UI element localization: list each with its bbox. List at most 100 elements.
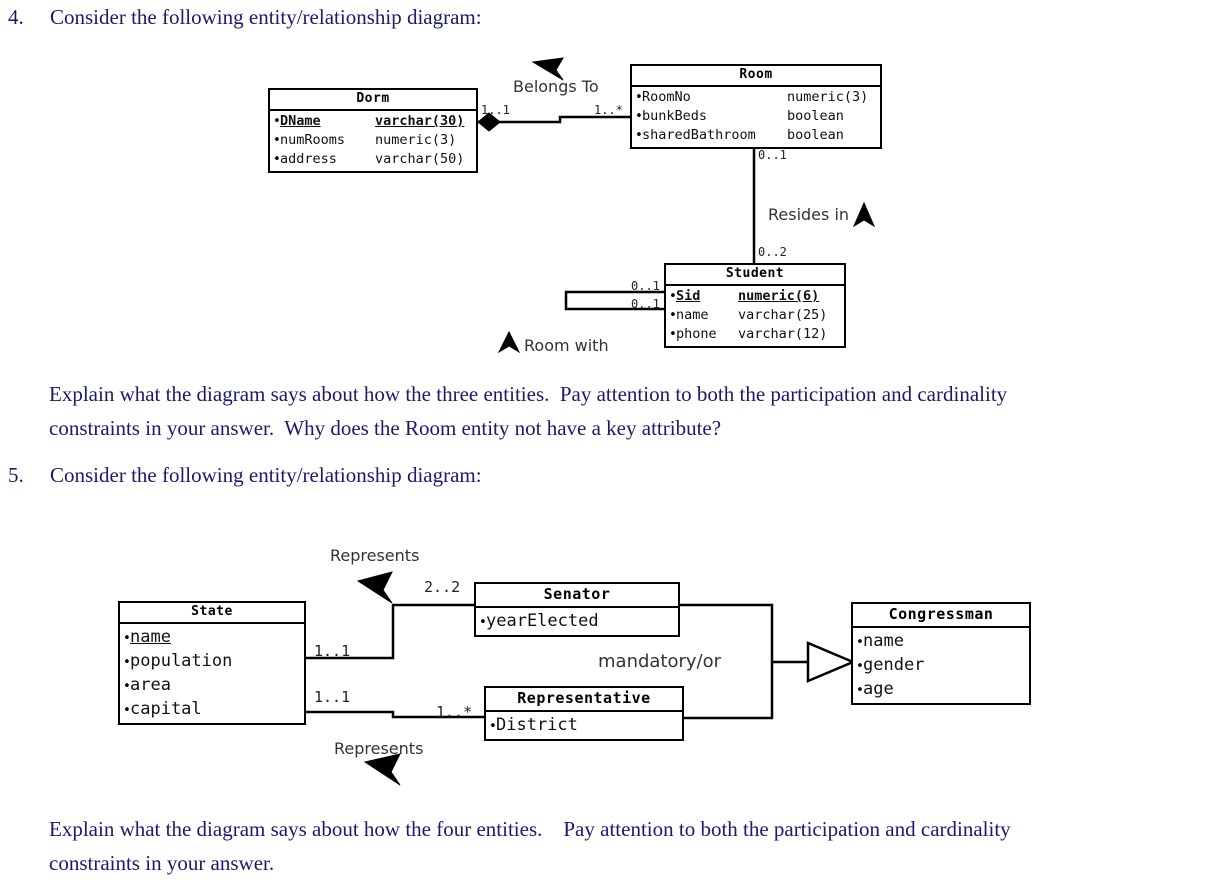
cardinality-room-resides-in: 0..1 xyxy=(758,148,787,162)
attribute-name: sharedBathroom xyxy=(642,127,756,143)
entity-state: State • name • population • area • capit… xyxy=(118,601,306,725)
attribute-row: • capital xyxy=(123,697,301,721)
attribute-row: • age xyxy=(856,677,1026,701)
attribute-bullet-icon: • xyxy=(635,109,643,124)
attribute-bullet-icon: • xyxy=(123,703,131,718)
attribute-bullet-icon: • xyxy=(273,152,281,167)
cardinality-student-room-with-b: 0..1 xyxy=(631,297,660,311)
attribute-type: boolean xyxy=(787,108,844,124)
attribute-name: age xyxy=(863,679,894,699)
entity-state-title: State xyxy=(120,603,304,624)
explanation-line: Explain what the diagram says about how … xyxy=(49,817,1011,841)
entity-dorm-attributes: • DName varchar(30) • numRooms numeric(3… xyxy=(270,111,476,171)
attribute-name: name xyxy=(676,307,709,323)
cardinality-state-represents-lower: 1..1 xyxy=(314,688,351,706)
attribute-bullet-icon: • xyxy=(123,631,131,646)
question-5-prompt: Consider the following entity/relationsh… xyxy=(50,463,482,487)
attribute-bullet-icon: • xyxy=(123,655,131,670)
entity-student: Student • Sid numeric(6) • name varchar(… xyxy=(664,263,846,348)
attribute-name: gender xyxy=(863,655,925,675)
room-with-arrowhead xyxy=(497,330,521,354)
cardinality-senator-represents: 2..2 xyxy=(424,578,461,596)
attribute-row: • name xyxy=(856,629,1026,653)
cardinality-state-represents-upper: 1..1 xyxy=(314,642,351,660)
attribute-bullet-icon: • xyxy=(669,308,677,323)
attribute-name: numRooms xyxy=(280,132,346,148)
cardinality-room-belongs-to: 1..* xyxy=(594,103,623,117)
relationship-label-mandatory-or: mandatory/or xyxy=(598,651,722,672)
attribute-name: DName xyxy=(280,113,321,129)
entity-room-attributes: • RoomNo numeric(3) • bunkBeds boolean •… xyxy=(632,87,880,147)
attribute-row: • sharedBathroom boolean xyxy=(635,126,877,145)
hollow-triangle-generalization xyxy=(806,641,857,683)
attribute-row: • Sid numeric(6) xyxy=(669,287,841,306)
attribute-type: varchar(12) xyxy=(738,326,828,342)
entity-dorm: Dorm • DName varchar(30) • numRooms nume… xyxy=(268,88,478,173)
attribute-row: • gender xyxy=(856,653,1026,677)
attribute-type: numeric(3) xyxy=(375,132,457,148)
question-4-prompt: Consider the following entity/relationsh… xyxy=(50,5,482,29)
attribute-bullet-icon: • xyxy=(856,659,864,674)
entity-representative-title: Representative xyxy=(486,688,682,712)
attribute-type: boolean xyxy=(787,127,844,143)
cardinality-student-resides-in: 0..2 xyxy=(758,245,787,259)
question-4-number: 4. xyxy=(8,5,24,29)
entity-representative-attributes: • District xyxy=(486,712,682,739)
attribute-row: • population xyxy=(123,649,301,673)
cardinality-student-room-with-a: 0..1 xyxy=(631,279,660,293)
attribute-name: District xyxy=(496,715,578,735)
attribute-name: capital xyxy=(130,699,202,719)
entity-room-title: Room xyxy=(632,66,880,87)
attribute-bullet-icon: • xyxy=(669,289,677,304)
attribute-row: • area xyxy=(123,673,301,697)
attribute-type: varchar(50) xyxy=(375,151,465,167)
explanation-line: constraints in your answer. xyxy=(49,851,275,875)
attribute-name: phone xyxy=(676,326,717,342)
represents-upper-arrowhead xyxy=(356,571,393,604)
attribute-name: name xyxy=(863,631,904,651)
attribute-name: address xyxy=(280,151,337,167)
entity-dorm-title: Dorm xyxy=(270,90,476,111)
attribute-row: • phone varchar(12) xyxy=(669,325,841,344)
attribute-row: • address varchar(50) xyxy=(273,150,473,169)
entity-congressman-title: Congressman xyxy=(853,604,1029,628)
attribute-row: • District xyxy=(489,713,679,737)
entity-student-attributes: • Sid numeric(6) • name varchar(25) • ph… xyxy=(666,286,844,346)
explanation-line: constraints in your answer. Why does the… xyxy=(49,416,722,440)
relationship-label-resides-in: Resides in xyxy=(768,205,850,224)
attribute-type: varchar(25) xyxy=(738,307,828,323)
relationship-label-room-with: Room with xyxy=(524,336,609,355)
attribute-type: numeric(6) xyxy=(738,288,820,304)
relationship-label-represents-lower: Represents xyxy=(334,739,424,758)
attribute-name: bunkBeds xyxy=(642,108,708,124)
cardinality-representative-represents: 1..* xyxy=(436,703,473,721)
entity-congressman: Congressman • name • gender • age xyxy=(851,602,1031,705)
attribute-row: • DName varchar(30) xyxy=(273,112,473,131)
question-5-explanation: Explain what the diagram says about how … xyxy=(49,812,1011,880)
attribute-bullet-icon: • xyxy=(635,90,643,105)
attribute-bullet-icon: • xyxy=(856,683,864,698)
attribute-name: yearElected xyxy=(486,611,599,631)
attribute-row: • name varchar(25) xyxy=(669,306,841,325)
entity-congressman-attributes: • name • gender • age xyxy=(853,628,1029,703)
entity-senator-title: Senator xyxy=(476,584,678,608)
relationship-label-represents-upper: Represents xyxy=(330,546,420,565)
question-4-explanation: Explain what the diagram says about how … xyxy=(49,377,1007,445)
attribute-name: Sid xyxy=(676,288,701,304)
entity-senator-attributes: • yearElected xyxy=(476,608,678,635)
entity-representative: Representative • District xyxy=(484,686,684,741)
attribute-type: numeric(3) xyxy=(787,89,869,105)
resides-in-arrowhead xyxy=(852,201,876,228)
attribute-bullet-icon: • xyxy=(273,133,281,148)
entity-state-attributes: • name • population • area • capital xyxy=(120,624,304,723)
attribute-bullet-icon: • xyxy=(635,128,643,143)
attribute-bullet-icon: • xyxy=(273,114,281,129)
attribute-name: population xyxy=(130,651,233,671)
attribute-row: • yearElected xyxy=(479,609,675,633)
attribute-bullet-icon: • xyxy=(669,327,677,342)
explanation-line: Explain what the diagram says about how … xyxy=(49,382,1008,406)
worksheet-page: 4. Consider the following entity/relatio… xyxy=(0,0,1232,884)
attribute-bullet-icon: • xyxy=(856,635,864,650)
attribute-row: • RoomNo numeric(3) xyxy=(635,88,877,107)
attribute-name: name xyxy=(130,627,171,647)
